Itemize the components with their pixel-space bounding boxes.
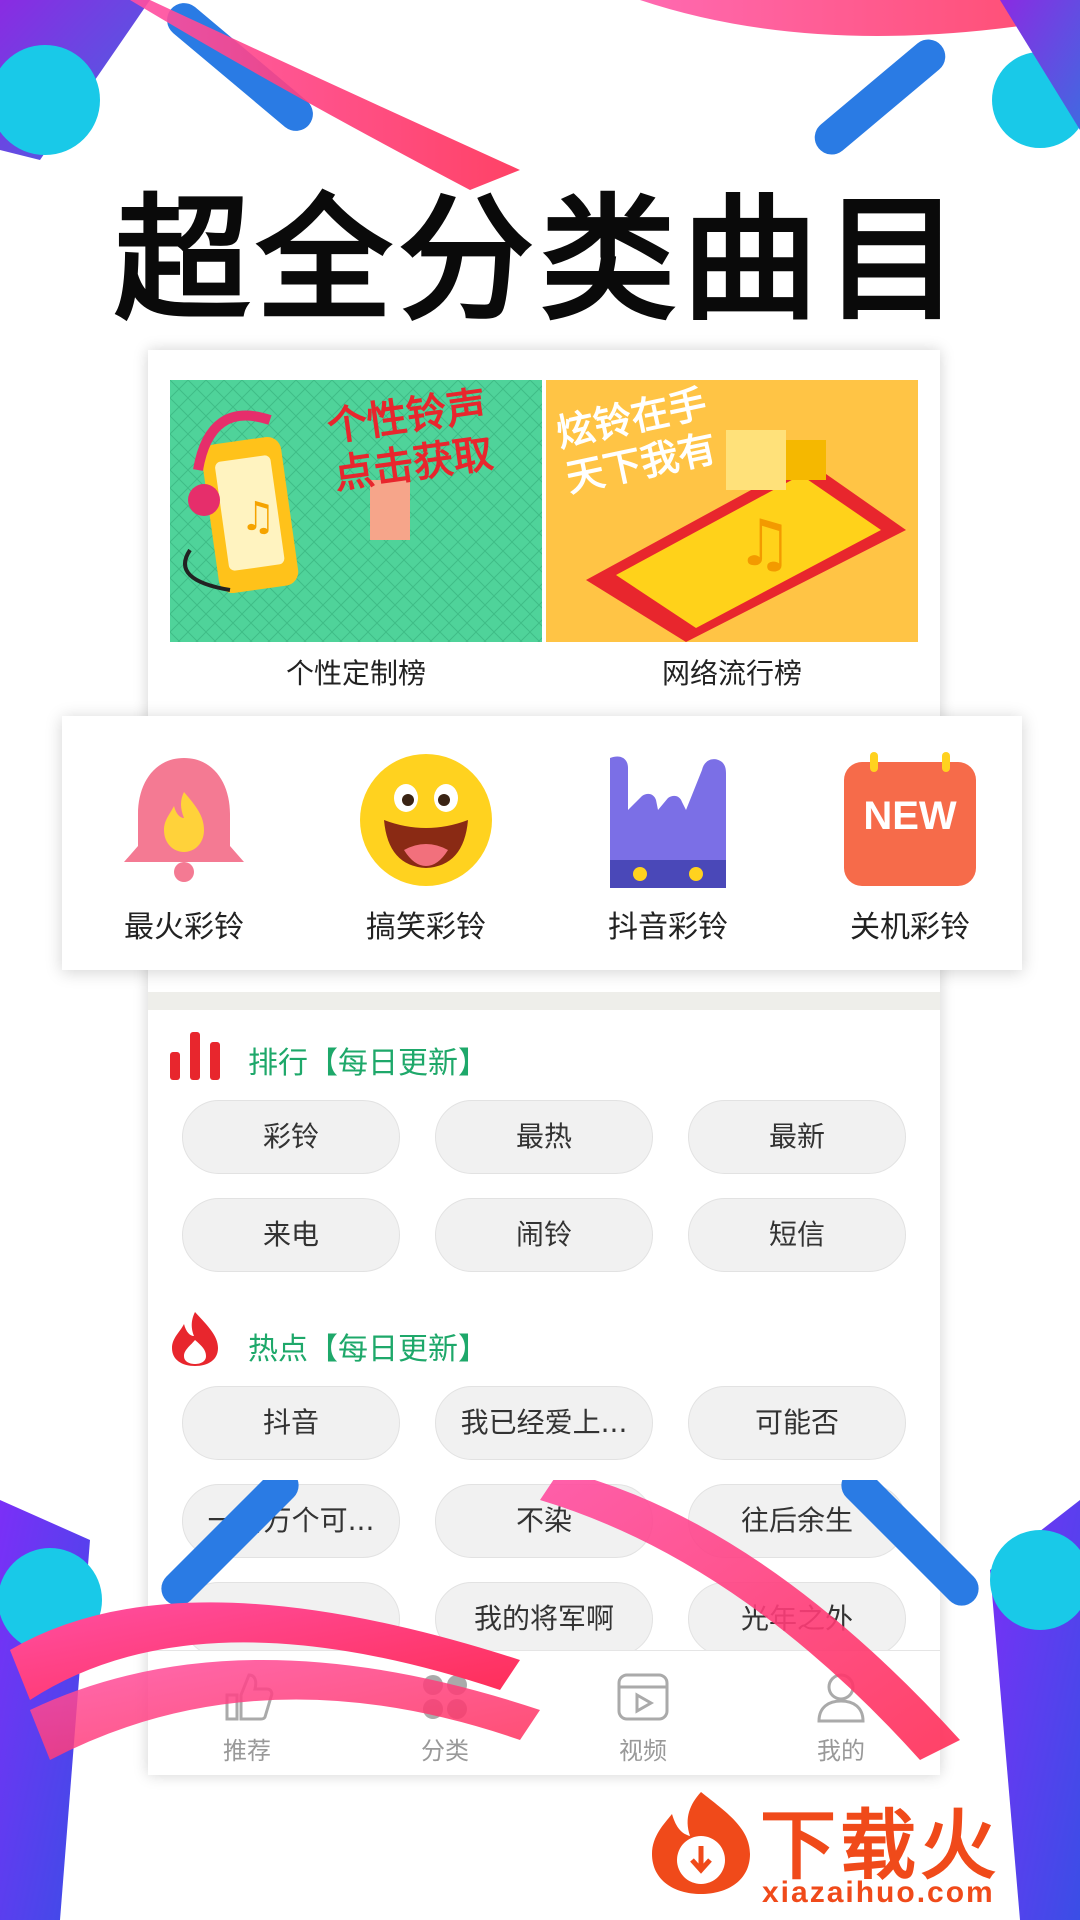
- laughing-face-icon: [360, 754, 492, 886]
- ranking-tag[interactable]: 来电: [182, 1198, 400, 1272]
- svg-text:♫: ♫: [240, 494, 276, 540]
- category-item-douyin[interactable]: 抖音彩铃: [568, 750, 768, 946]
- ranking-tag[interactable]: 短信: [688, 1198, 906, 1272]
- banner-custom[interactable]: ♫ 个性铃声 点击获取: [170, 380, 542, 642]
- section-divider: [148, 992, 940, 1010]
- flame-icon: [172, 1312, 218, 1366]
- watermark: 下载火 xiazaihuo.com: [636, 1780, 1080, 1920]
- hot-tag[interactable]: 我已经爱上...: [435, 1386, 653, 1460]
- category-item-funny[interactable]: 搞笑彩铃: [326, 750, 526, 946]
- rock-hand-icon: [610, 756, 726, 888]
- ranking-tag[interactable]: 最热: [435, 1100, 653, 1174]
- category-card: 最火彩铃 搞笑彩铃 抖音彩铃 NEW 关机彩铃: [62, 716, 1022, 970]
- watermark-domain: xiazaihuo.com: [762, 1876, 995, 1909]
- watermark-logo-icon: [652, 1792, 750, 1894]
- category-item-hot[interactable]: 最火彩铃: [84, 750, 284, 946]
- category-item-shutdown[interactable]: NEW 关机彩铃: [810, 750, 1010, 946]
- banner-popular-label: 网络流行榜: [661, 657, 802, 690]
- flame-bell-icon: [124, 758, 244, 882]
- banner-custom-label: 个性定制榜: [285, 657, 426, 690]
- category-label: 抖音彩铃: [608, 910, 728, 945]
- ranking-tag[interactable]: 闹铃: [435, 1198, 653, 1272]
- ranking-title: 排行【每日更新】: [248, 1046, 488, 1081]
- hot-title: 热点【每日更新】: [248, 1332, 488, 1367]
- banner-popular[interactable]: ♫ 炫铃在手 天下我有: [546, 380, 918, 642]
- category-label: 关机彩铃: [850, 910, 970, 945]
- headline: 超全分类曲目: [114, 182, 966, 340]
- svg-text:♫: ♫: [736, 507, 793, 581]
- ranking-tag[interactable]: 彩铃: [182, 1100, 400, 1174]
- bar-chart-icon: [170, 1032, 220, 1080]
- new-badge-text: NEW: [863, 794, 957, 838]
- category-label: 最火彩铃: [124, 910, 244, 945]
- hot-tag[interactable]: 抖音: [182, 1386, 400, 1460]
- ranking-tag[interactable]: 最新: [688, 1100, 906, 1174]
- category-label: 搞笑彩铃: [366, 910, 486, 945]
- hot-tag[interactable]: 可能否: [688, 1386, 906, 1460]
